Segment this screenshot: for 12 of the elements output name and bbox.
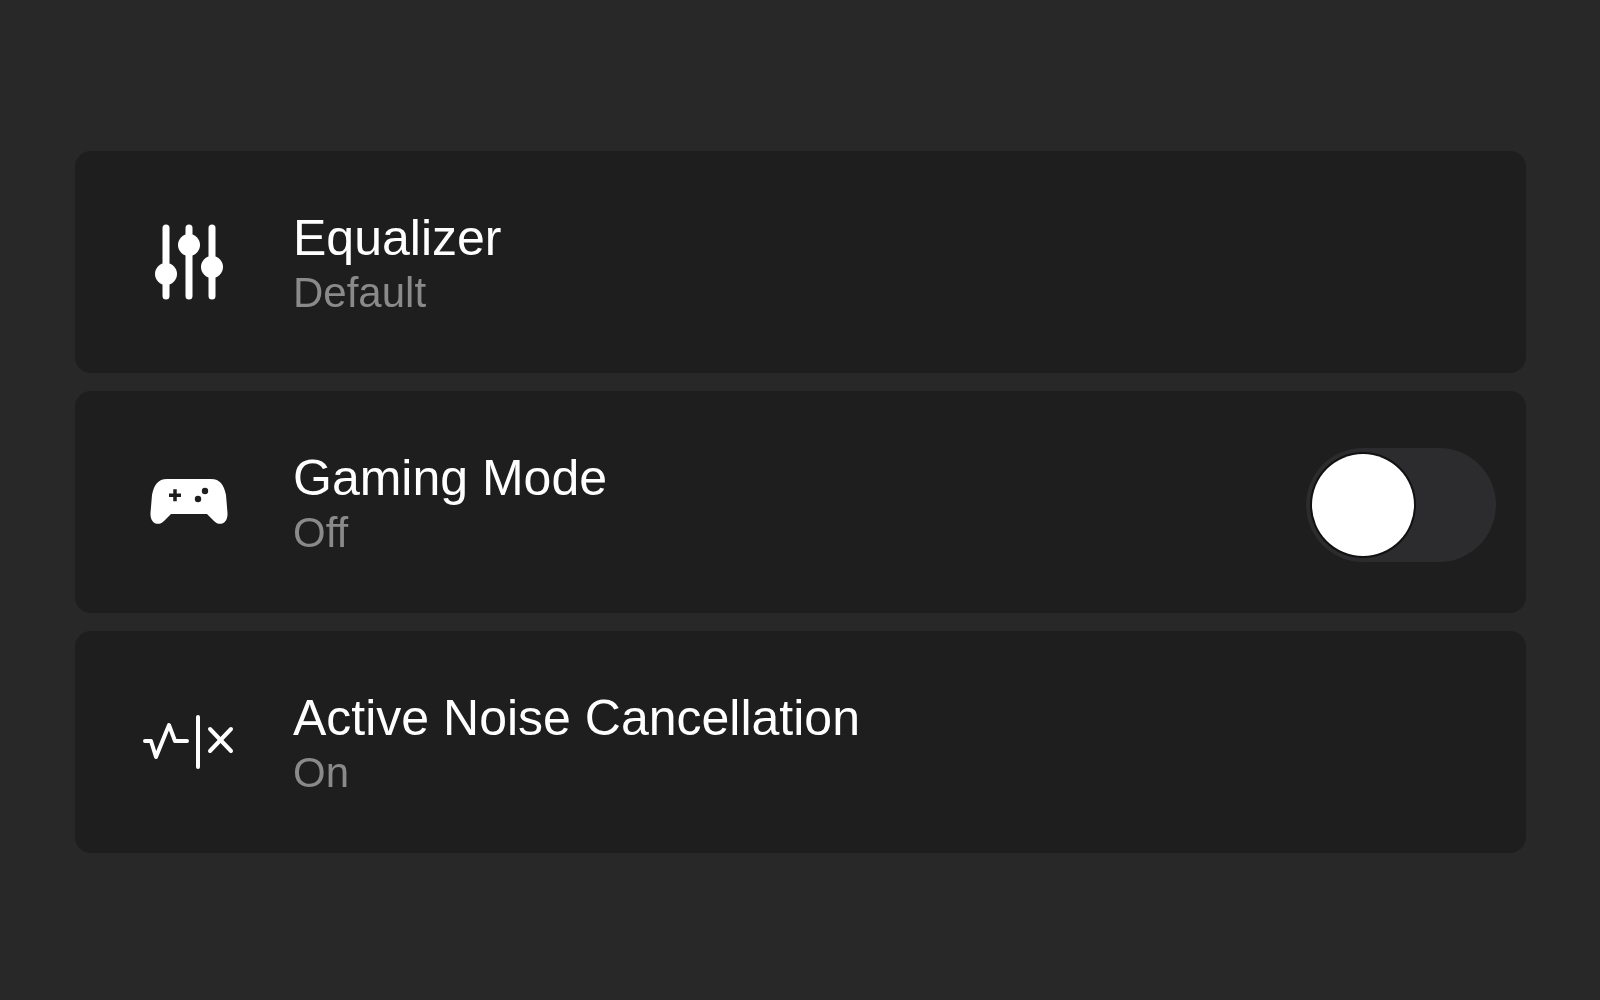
setting-title: Equalizer: [293, 209, 502, 267]
setting-title: Gaming Mode: [293, 449, 608, 507]
equalizer-sliders-icon: [154, 224, 224, 300]
settings-row[interactable]: Equalizer Default: [75, 151, 1526, 373]
setting-value: Default: [293, 268, 427, 318]
setting-value: Off: [293, 508, 349, 558]
gamepad-icon: [150, 478, 228, 526]
waveform-mute-icon: [143, 715, 235, 769]
setting-value: On: [293, 748, 350, 798]
setting-title: Active Noise Cancellation: [293, 689, 860, 747]
settings-row[interactable]: Gaming Mode Off: [75, 391, 1526, 613]
settings-row[interactable]: Active Noise Cancellation On: [75, 631, 1526, 853]
